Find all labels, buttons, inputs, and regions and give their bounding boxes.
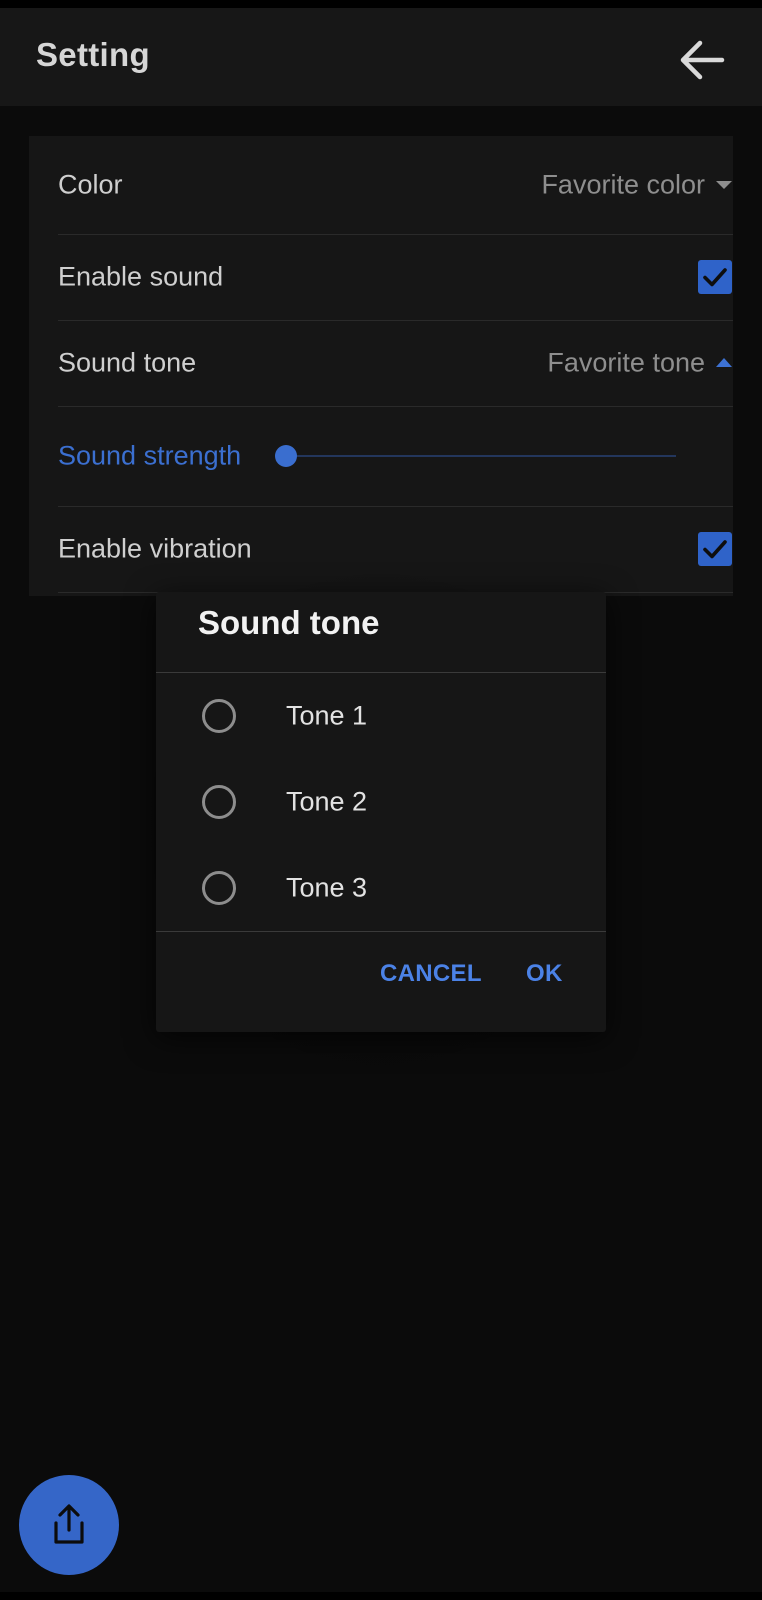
cancel-button[interactable]: CANCEL (380, 960, 482, 988)
status-bar (0, 0, 762, 8)
arrow-left-icon (680, 40, 725, 80)
sound-tone-label: Sound tone (58, 347, 197, 378)
back-button[interactable] (676, 34, 728, 86)
share-button[interactable] (19, 1475, 119, 1575)
chevron-up-icon (716, 358, 732, 367)
tone-option-label: Tone 1 (286, 700, 368, 731)
enable-sound-checkbox[interactable] (698, 260, 732, 294)
checkmark-icon (703, 268, 727, 287)
radio-button[interactable] (202, 871, 236, 905)
sound-strength-row: Sound strength (58, 406, 733, 507)
chevron-down-icon (716, 181, 732, 189)
tone-option[interactable]: Tone 2 (156, 759, 606, 845)
settings-card: Color Favorite color Enable sound Sound … (29, 136, 733, 596)
ok-button[interactable]: OK (526, 960, 563, 988)
dialog-divider (156, 931, 606, 932)
checkmark-icon (703, 540, 727, 559)
app-bar: Setting (0, 8, 762, 106)
page-title: Setting (36, 36, 150, 73)
enable-sound-label: Enable sound (58, 261, 224, 292)
radio-button[interactable] (202, 699, 236, 733)
sound-tone-row[interactable]: Sound tone Favorite tone (58, 320, 733, 407)
color-select-value[interactable]: Favorite color (541, 170, 705, 201)
enable-sound-row[interactable]: Enable sound (58, 234, 733, 321)
color-label: Color (58, 169, 123, 200)
tone-option[interactable]: Tone 3 (156, 845, 606, 931)
navigation-bar (0, 1592, 762, 1600)
sound-strength-slider[interactable] (275, 445, 676, 467)
dialog-title: Sound tone (198, 604, 380, 641)
tone-option-label: Tone 2 (286, 786, 368, 817)
sound-tone-select-value[interactable]: Favorite tone (547, 348, 705, 379)
slider-thumb[interactable] (275, 445, 297, 467)
color-row[interactable]: Color Favorite color (58, 136, 733, 235)
tone-option-label: Tone 3 (286, 872, 368, 903)
tone-option[interactable]: Tone 1 (156, 673, 606, 759)
enable-vibration-checkbox[interactable] (698, 532, 732, 566)
sound-strength-label: Sound strength (58, 440, 242, 471)
share-icon (54, 1504, 84, 1544)
radio-button[interactable] (202, 785, 236, 819)
